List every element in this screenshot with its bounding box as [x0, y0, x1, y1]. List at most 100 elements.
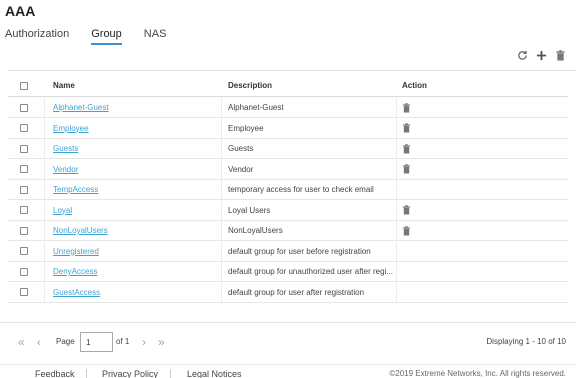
group-description: default group for unauthorized user afte…	[228, 267, 393, 276]
row-select-cell	[20, 180, 29, 199]
feedback-link[interactable]: Feedback	[35, 369, 75, 378]
column-divider	[44, 221, 45, 240]
footer-divider	[170, 369, 171, 378]
action-cell	[402, 242, 442, 261]
group-description: temporary access for user to check email	[228, 185, 374, 194]
trash-icon[interactable]	[402, 225, 411, 236]
group-name-link[interactable]: Vendor	[53, 165, 78, 174]
footer-divider	[86, 369, 87, 378]
row-checkbox[interactable]	[20, 165, 28, 173]
prev-page-icon[interactable]: ‹	[37, 335, 41, 349]
page-title: AAA	[5, 3, 36, 19]
row-select-cell	[20, 160, 29, 179]
group-name-link[interactable]: Employee	[53, 124, 89, 133]
row-select-cell	[20, 242, 29, 261]
trash-icon[interactable]	[402, 164, 411, 174]
delete-icon[interactable]	[555, 49, 566, 61]
column-header-name[interactable]: Name	[53, 75, 213, 96]
name-cell: TempAccess	[53, 180, 213, 199]
table-row[interactable]: Alphanet-Guest Alphanet-Guest	[8, 98, 568, 118]
description-cell: Alphanet-Guest	[228, 98, 393, 117]
group-name-link[interactable]: GuestAccess	[53, 288, 100, 297]
row-checkbox[interactable]	[20, 103, 28, 112]
action-cell	[402, 119, 442, 138]
column-divider	[44, 200, 45, 220]
group-description: Loyal Users	[228, 205, 271, 215]
pagination-bar: « ‹ Page of 1 › » Displaying 1 - 10 of 1…	[0, 322, 576, 358]
column-divider	[44, 159, 45, 179]
table-row[interactable]: Loyal Loyal Users	[8, 200, 568, 221]
trash-icon[interactable]	[402, 143, 411, 154]
table-row[interactable]: NonLoyalUsers NonLoyalUsers	[8, 221, 568, 241]
group-description: Alphanet-Guest	[228, 103, 284, 112]
group-description: default group for user after registratio…	[228, 287, 365, 297]
row-select-cell	[20, 139, 29, 158]
description-cell: temporary access for user to check email	[228, 180, 393, 199]
group-description: Vendor	[228, 164, 254, 174]
row-checkbox[interactable]	[20, 124, 28, 132]
column-divider	[396, 282, 397, 302]
action-cell	[402, 262, 442, 281]
action-cell	[402, 221, 442, 240]
select-all-cell	[20, 75, 29, 96]
last-page-icon[interactable]: »	[158, 335, 165, 349]
column-divider	[396, 139, 397, 158]
column-header-description[interactable]: Description	[228, 75, 393, 96]
row-checkbox[interactable]	[20, 226, 28, 235]
column-divider	[396, 221, 397, 240]
table-row[interactable]: DenyAccess default group for unauthorized…	[8, 262, 568, 282]
tab-nas[interactable]: NAS	[144, 28, 167, 45]
first-page-icon[interactable]: «	[18, 335, 25, 349]
table-row[interactable]: Unregistered default group for user befor…	[8, 241, 568, 262]
privacy-policy-link[interactable]: Privacy Policy	[102, 369, 158, 378]
group-name-link[interactable]: Unregistered	[53, 247, 99, 256]
refresh-icon[interactable]	[517, 49, 528, 61]
row-checkbox[interactable]	[20, 288, 28, 296]
page-of-label: of 1	[116, 337, 130, 346]
group-name-link[interactable]: DenyAccess	[53, 267, 97, 276]
select-all-checkbox[interactable]	[20, 81, 28, 90]
table-row[interactable]: Guests Guests	[8, 139, 568, 159]
page-number-input[interactable]	[80, 332, 113, 352]
name-cell: GuestAccess	[53, 283, 213, 302]
row-select-cell	[20, 201, 29, 220]
group-description: NonLoyalUsers	[228, 226, 283, 235]
action-cell	[402, 160, 442, 179]
row-checkbox[interactable]	[20, 185, 28, 194]
trash-icon[interactable]	[402, 205, 411, 215]
row-checkbox[interactable]	[20, 206, 28, 214]
column-divider	[396, 118, 397, 138]
trash-icon[interactable]	[402, 102, 411, 113]
column-divider	[221, 221, 222, 240]
display-info: Displaying 1 - 10 of 10	[486, 337, 566, 346]
group-name-link[interactable]: Loyal	[53, 206, 72, 215]
description-cell: NonLoyalUsers	[228, 221, 393, 240]
group-table: Name Description Action Alphanet-Guest Al…	[8, 70, 576, 322]
table-row[interactable]: TempAccess temporary access for user to c…	[8, 180, 568, 200]
action-cell	[402, 180, 442, 199]
trash-icon[interactable]	[402, 123, 411, 133]
add-icon[interactable]	[536, 49, 547, 61]
group-name-link[interactable]: TempAccess	[53, 185, 98, 194]
row-checkbox[interactable]	[20, 247, 28, 255]
group-name-link[interactable]: Alphanet-Guest	[53, 103, 109, 112]
legal-notices-link[interactable]: Legal Notices	[187, 369, 242, 378]
tab-authorization[interactable]: Authorization	[5, 28, 69, 45]
tab-group[interactable]: Group	[91, 28, 122, 45]
description-cell: Vendor	[228, 160, 393, 179]
name-cell: Unregistered	[53, 242, 213, 261]
column-divider	[44, 241, 45, 261]
group-name-link[interactable]: NonLoyalUsers	[53, 226, 108, 235]
group-name-link[interactable]: Guests	[53, 144, 78, 153]
column-divider	[44, 98, 45, 117]
column-divider	[221, 159, 222, 179]
table-row[interactable]: GuestAccess default group for user after …	[8, 282, 568, 303]
next-page-icon[interactable]: ›	[142, 335, 146, 349]
row-checkbox[interactable]	[20, 144, 28, 153]
action-cell	[402, 98, 442, 117]
column-divider	[221, 118, 222, 138]
table-row[interactable]: Vendor Vendor	[8, 159, 568, 180]
column-divider	[44, 262, 45, 281]
table-row[interactable]: Employee Employee	[8, 118, 568, 139]
row-checkbox[interactable]	[20, 267, 28, 276]
